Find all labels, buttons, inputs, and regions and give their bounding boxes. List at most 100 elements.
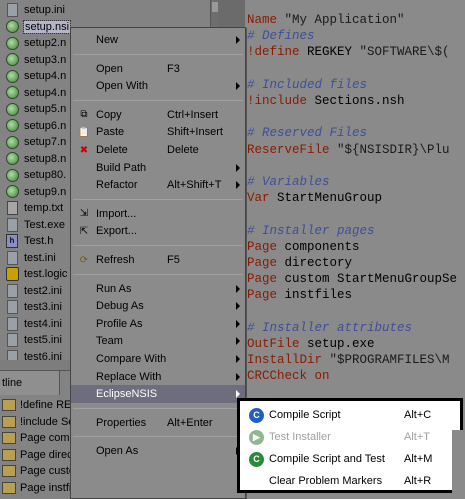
tree-item[interactable]: Test.exe: [0, 217, 65, 233]
tree-item[interactable]: test.logic: [0, 266, 67, 282]
menu-delete[interactable]: ✖ Delete Delete: [71, 141, 245, 159]
code-line: Page components: [247, 239, 360, 255]
tree-item-label: test2.ini: [24, 284, 62, 297]
copy-icon: ⧉: [80, 109, 88, 121]
tree-item[interactable]: setup.nsi: [0, 19, 72, 35]
tree-item[interactable]: setup4.n: [0, 85, 66, 101]
nsi-file-icon: [4, 52, 20, 68]
menu-item-label: EclipseNSIS: [96, 388, 158, 401]
code-line: # Installer attributes: [247, 320, 412, 336]
nsi-file-icon: [4, 68, 20, 84]
code-token: Page: [247, 272, 285, 287]
tree-item[interactable]: setup8.n: [0, 151, 66, 167]
menu-separator: [73, 53, 243, 55]
submenu-item-shortcut: Alt+C: [404, 409, 432, 421]
code-token: # Variables: [247, 175, 330, 189]
compile-test-icon: C: [249, 451, 264, 467]
nsi-file-icon-shape: [5, 152, 19, 165]
tree-item[interactable]: h Test.h: [0, 233, 53, 249]
menu-separator: [73, 99, 243, 101]
code-line: Page instfiles: [247, 287, 352, 303]
menu-new[interactable]: New: [71, 31, 245, 49]
menu-properties[interactable]: Properties Alt+Enter: [71, 414, 245, 432]
menu-export[interactable]: ⇱ Export...: [71, 222, 245, 240]
submenu-arrow-icon: [236, 302, 240, 311]
refresh-icon: ⟳: [79, 254, 89, 266]
tree-item[interactable]: setup7.n: [0, 134, 66, 150]
outline-tab[interactable]: tline: [0, 371, 60, 395]
menu-separator: [73, 245, 243, 246]
menu-item-shortcut: F3: [167, 62, 180, 75]
submenu-item[interactable]: Clear Problem Markers Alt+R: [240, 471, 460, 491]
code-line: !define REGKEY "SOFTWARE\$(: [247, 44, 450, 60]
menu-item-label: Open: [96, 62, 123, 75]
menu-refactor[interactable]: Refactor Alt+Shift+T: [71, 176, 245, 194]
tree-item[interactable]: setup3.n: [0, 52, 66, 68]
paste-icon: 📋: [77, 126, 91, 138]
tree-item[interactable]: setup9.n: [0, 184, 66, 200]
code-token: Page: [247, 239, 285, 254]
menu-paste[interactable]: 📋 Paste Shift+Insert: [71, 123, 245, 141]
code-token: # Reserved Files: [247, 126, 368, 141]
code-line: !include Sections.nsh: [247, 93, 405, 109]
submenu-item[interactable]: C Compile Script and Test Alt+M: [240, 449, 460, 469]
menu-item-label: Compare With: [96, 353, 167, 365]
tree-item[interactable]: test3.ini: [0, 299, 62, 315]
tree-item[interactable]: setup5.n: [0, 101, 66, 117]
ini-file-icon: [4, 283, 20, 299]
menu-build-path[interactable]: Build Path: [71, 159, 245, 177]
tree-item[interactable]: test2.ini: [0, 283, 62, 299]
code-token: !include: [247, 94, 315, 108]
tree-item-label: test6.ini: [24, 350, 62, 361]
tree-item-label: Test.h: [24, 235, 54, 247]
nsi-file-icon-shape: [5, 135, 19, 149]
tree-item[interactable]: test5.ini: [0, 332, 62, 348]
ini-file-icon-shape: [6, 250, 18, 265]
submenu-item[interactable]: ▶ Test Installer Alt+T: [240, 427, 460, 447]
tree-item[interactable]: test4.ini: [0, 316, 62, 332]
menu-item-shortcut: Ctrl+Insert: [167, 108, 219, 121]
exe-file-icon: [4, 217, 20, 233]
menu-copy[interactable]: ⧉ Copy Ctrl+Insert: [71, 106, 245, 124]
tree-item[interactable]: setup80.: [0, 167, 66, 183]
submenu-item-label: Clear Problem Markers: [269, 475, 383, 487]
menu-eclipsensis[interactable]: EclipseNSIS: [71, 385, 245, 404]
menu-debug-as[interactable]: Debug As: [71, 297, 245, 315]
menu-refresh[interactable]: ⟳ Refresh F5: [71, 251, 245, 269]
menu-open-as[interactable]: Open As: [71, 442, 245, 460]
tree-item[interactable]: temp.txt: [0, 200, 63, 216]
submenu-item[interactable]: C Compile Script Alt+C: [240, 405, 460, 425]
menu-team[interactable]: Team: [71, 332, 245, 350]
tree-item[interactable]: test.ini: [0, 250, 56, 266]
tree-item[interactable]: setup2.n: [0, 35, 66, 51]
menu-profile-as[interactable]: Profile As: [71, 315, 245, 333]
code-token: # Included files: [247, 77, 368, 92]
menu-run-as[interactable]: Run As: [71, 280, 245, 298]
menu-compare-with[interactable]: Compare With: [71, 350, 245, 368]
menu-item-label: Build Path: [96, 161, 147, 174]
tree-item-label: setup3.n: [24, 53, 67, 66]
menu-item-shortcut: Delete: [167, 144, 199, 156]
outline-entry-icon: [2, 399, 16, 411]
menu-open-with[interactable]: Open With: [71, 77, 245, 95]
menu-replace-with[interactable]: Replace With: [71, 368, 245, 386]
tree-item[interactable]: setup.ini: [0, 2, 65, 18]
nsi-file-icon-shape: [5, 185, 19, 198]
code-line: OutFile setup.exe: [247, 336, 375, 352]
menu-item-label: Open As: [96, 445, 139, 458]
logic-file-icon: [4, 266, 20, 282]
menu-item-label: Refactor: [96, 179, 138, 192]
tree-item[interactable]: setup4.n: [0, 68, 66, 84]
tree-item[interactable]: setup6.n: [0, 118, 66, 134]
menu-open[interactable]: Open F3: [71, 60, 245, 78]
ini-file-icon-shape: [6, 283, 18, 298]
submenu-arrow-icon: [236, 181, 240, 190]
tree-item[interactable]: test6.ini: [0, 349, 62, 361]
tree-item-label: setup.ini: [24, 4, 65, 16]
outline-entry-icon: [2, 465, 16, 477]
code-token: REGKEY: [307, 45, 360, 60]
nsi-file-icon-shape: [5, 36, 19, 50]
code-token: Page: [247, 288, 285, 303]
tree-item-label: setup2.n: [24, 37, 67, 49]
menu-import[interactable]: ⇲ Import...: [71, 205, 245, 223]
